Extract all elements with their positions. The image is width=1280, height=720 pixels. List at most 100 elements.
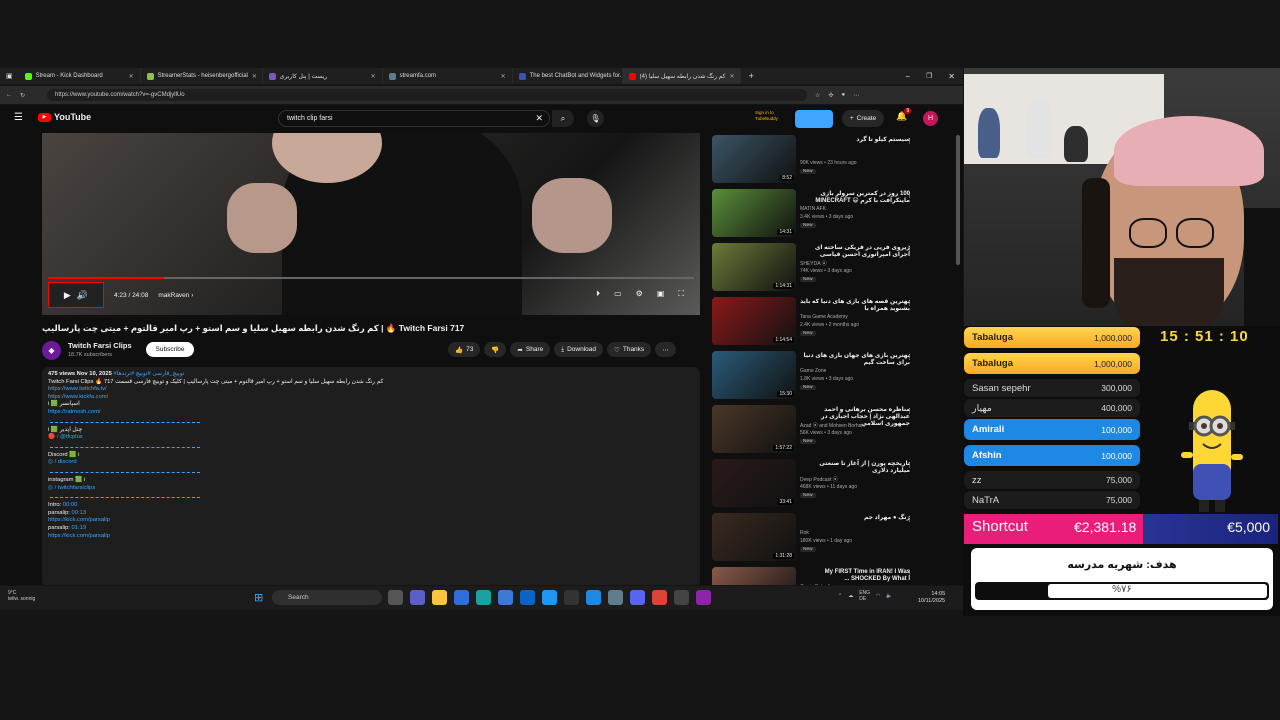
wifi-icon[interactable]: ◠ [876,593,880,599]
browser-tab[interactable]: The best ChatBot and Widgets for...✕ [513,68,623,84]
terminal-icon[interactable] [564,590,579,605]
rec-title[interactable]: My FIRST Time in IRAN! I Was SHOCKED By … [800,569,910,583]
video-thumbnail[interactable]: 8:52 [712,135,796,183]
video-progress-bar[interactable] [48,277,694,279]
close-tab-icon[interactable]: ✕ [129,73,134,80]
explorer-icon[interactable] [432,590,447,605]
rec-title[interactable]: بهترین قصه های بازی های دنیا که باید بشن… [800,299,910,313]
rec-channel[interactable]: Rok [800,530,809,536]
recommended-video[interactable]: 1:31:28 زنگ ● مهراد جم Rok 180K views • 1 d… [712,511,952,565]
video-thumbnail[interactable]: 27:06 [712,567,796,585]
video-thumbnail[interactable]: 1:57:22 [712,405,796,453]
voice-search-button[interactable]: 🎙 [587,110,604,127]
discord-icon[interactable] [630,590,645,605]
desc-link2[interactable]: https://www.kickfa.com/ [48,394,694,402]
fullscreen-icon[interactable]: ⛶ [678,289,684,299]
volume-tray-icon[interactable]: 🔈 [886,593,892,599]
more-vert-icon[interactable]: ⋮ [906,569,913,577]
url-field[interactable]: https://www.youtube.com/watch?v=-gvCMdjy… [47,89,808,101]
autoplay-icon[interactable]: ⏵ [596,289,600,299]
captions-icon[interactable]: ▭ [614,289,622,299]
snip-icon[interactable] [608,590,623,605]
rec-title[interactable]: زنگ ● مهراد جم [800,515,910,522]
rec-channel[interactable]: Game Zone [800,368,826,374]
recommended-video[interactable]: 1:14:31 ژیروی فریی در فریکی ساخته ای اجرا… [712,241,952,295]
desc-p1-time[interactable]: 00:13 [72,510,87,516]
search-button[interactable]: ⌕ [552,110,574,127]
video-thumbnail[interactable]: 33:41 [712,459,796,507]
channel-avatar[interactable]: ◆ [42,341,61,360]
extension-button[interactable] [795,110,833,128]
more-vert-icon[interactable]: ⋮ [906,407,913,415]
video-thumbnail[interactable]: 1:14:54 [712,297,796,345]
minimize-button[interactable]: − [897,72,918,81]
new-tab-button[interactable]: + [741,71,762,81]
r-app-icon[interactable] [696,590,711,605]
thanks-button[interactable]: ♡ Thanks [607,342,652,357]
video-thumbnail[interactable]: 1:14:31 [712,243,796,291]
browser-tab[interactable]: (4) کم رنگ شدن رابطه سهیل سلیا ✕ [622,68,741,84]
browser-tab[interactable]: streamfa.com ✕ [383,68,513,84]
like-button[interactable]: 👍 73 [448,342,481,357]
rec-channel[interactable]: Deep Podcast ⦿ [800,476,838,483]
menu-icon[interactable]: ⋯ [853,92,859,99]
sidebar-scrollbar[interactable] [956,135,960,265]
video-thumbnail[interactable]: 1:31:28 [712,513,796,561]
weather-widget[interactable]: 9°C teilw. sonnig [8,590,35,602]
more-vert-icon[interactable]: ⋮ [906,137,913,145]
desc-intro-time[interactable]: 00:00 [63,502,78,508]
close-tab-icon[interactable]: ✕ [730,73,735,80]
onedrive-icon[interactable]: ☁ [848,593,853,599]
outlook-icon[interactable] [520,590,535,605]
close-tab-icon[interactable]: ✕ [501,73,506,80]
dislike-button[interactable]: 👎 [484,342,507,357]
tab-actions-icon[interactable]: ▣ [0,72,19,80]
desc-p1-link[interactable]: https://kick.com/parsalip [48,517,694,525]
profile-icon[interactable]: ● [841,92,845,98]
vscode-icon[interactable] [586,590,601,605]
volume-icon[interactable]: 🔊 [77,290,88,301]
video-thumbnail[interactable]: 14:31 [712,189,796,237]
desc-link1[interactable]: https://www.twitchfa.tv/ [48,386,694,394]
app-icon[interactable] [498,590,513,605]
store-icon[interactable] [454,590,469,605]
bookmark-icon[interactable]: ☆ [815,92,820,99]
video-description[interactable]: 475 views Nov 10, 2025 #توییچ_فارسی #توی… [42,367,700,585]
download-button[interactable]: ⤓ Download [554,342,604,357]
miniplayer-icon[interactable]: ▣ [657,289,665,299]
video-thumbnail[interactable]: 15:30 [712,351,796,399]
subscribe-button[interactable]: Subscribe [146,342,194,357]
rec-channel[interactable]: Azad ⦿ and Mohsen Borhani [800,422,865,429]
tray-chevron-icon[interactable]: ⌃ [838,593,842,599]
rec-channel[interactable]: MATIN AFK [800,206,826,212]
start-icon[interactable]: ⊞ [254,591,263,604]
taskbar-search[interactable]: Search [272,590,382,605]
clear-search-icon[interactable]: ✕ [535,113,543,124]
more-vert-icon[interactable]: ⋮ [906,299,913,307]
browser-tab[interactable]: StreamerStats - heisenbergofficial ✕ [141,68,263,84]
search-input[interactable]: twitch clip farsi ✕ [278,110,550,127]
recommended-video[interactable]: 1:57:22 مناظره محسن برهانی و احمد عبدالهی… [712,403,952,457]
obs-icon[interactable] [674,590,689,605]
task-view-icon[interactable] [388,590,403,605]
back-icon[interactable]: ← [6,92,12,98]
create-button[interactable]: + Create [842,110,884,127]
extensions-icon[interactable]: ✣ [828,92,833,99]
desc-p2-link[interactable]: https://kick.com/parsalip [48,533,694,541]
rec-title[interactable]: 100 روز در کمترین سرولر بازی ماینکرافت ب… [800,191,910,205]
chapter-label[interactable]: makRaven › [158,292,193,299]
more-vert-icon[interactable]: ⋮ [906,461,913,469]
settings-gear-icon[interactable]: ⚙ [636,289,643,299]
teams-icon[interactable] [410,590,425,605]
desc-hashtags[interactable]: #توییچ_فارسی #توییچ #ترندها [113,371,184,377]
more-vert-icon[interactable]: ⋮ [906,353,913,361]
recommended-video[interactable]: 8:52 سیستم کیلو تا گرد 90K views • 23 hour… [712,133,952,187]
more-vert-icon[interactable]: ⋮ [906,191,913,199]
desc-p2-time[interactable]: 01:19 [72,525,87,531]
desc-link4[interactable]: 🔴 / @tfcplus [48,434,694,442]
video-player[interactable]: ▶ 🔊 4:23 / 24:08 makRaven › ⏵ ▭ ⚙ ▣ ⛶ [42,133,700,315]
close-tab-icon[interactable]: ✕ [252,73,257,80]
browser-tab[interactable]: ریست | پنل کاربری ✕ [263,68,383,84]
rec-title[interactable]: سیستم کیلو تا گرد [800,137,910,144]
taskbar-clock[interactable]: 14:05 10/11/2025 [918,591,945,605]
